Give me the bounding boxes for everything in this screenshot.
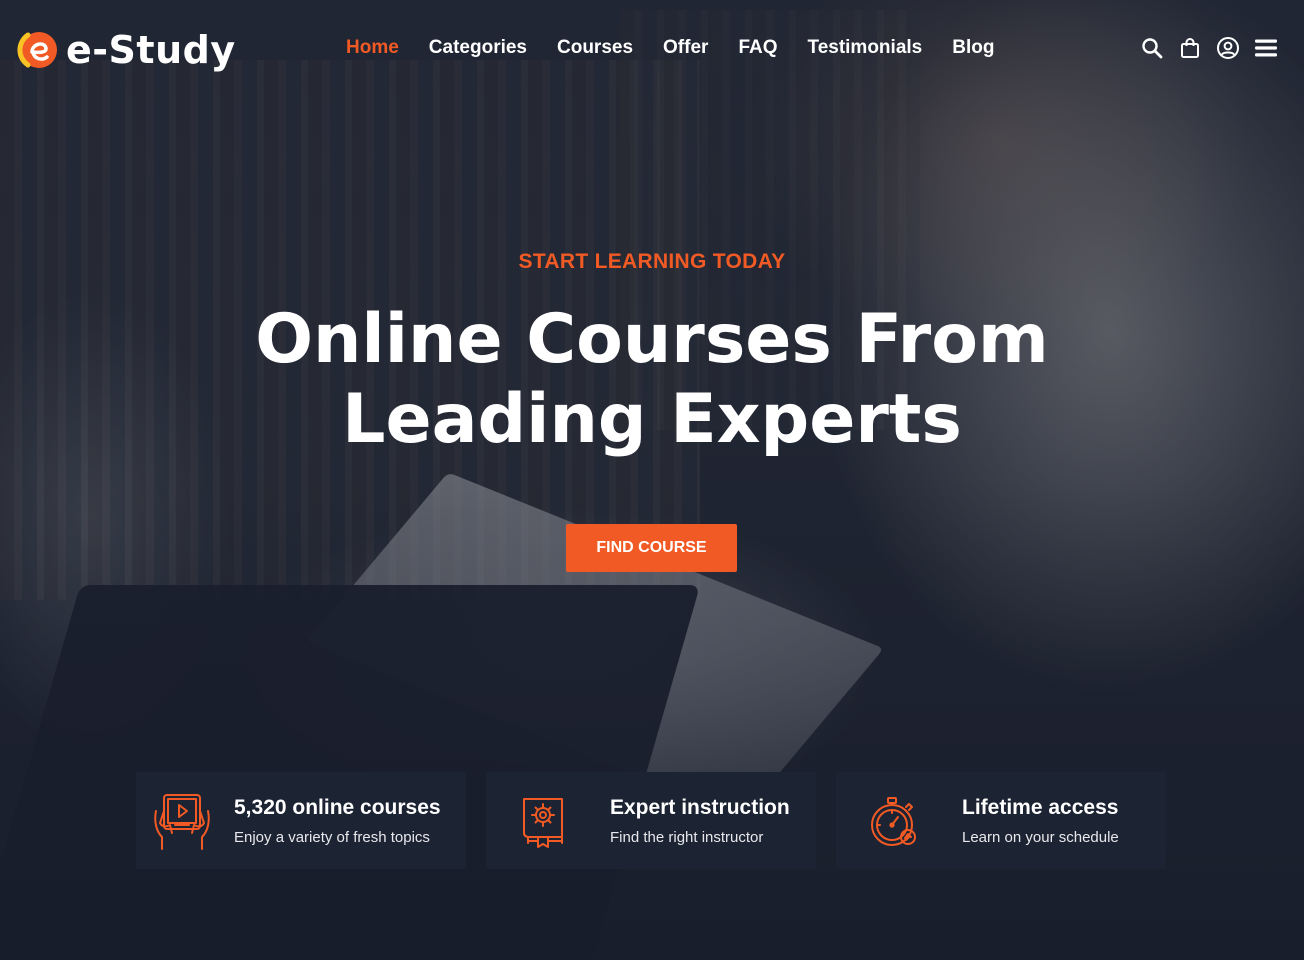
feature-card-text: Expert instruction Find the right instru… <box>610 796 790 846</box>
feature-cards: 5,320 online courses Enjoy a variety of … <box>136 772 1166 869</box>
nav-item-testimonials[interactable]: Testimonials <box>808 37 923 59</box>
logo-mark-icon <box>17 32 57 68</box>
nav-item-offer[interactable]: Offer <box>663 37 708 59</box>
brand-logo[interactable]: e-Study <box>16 28 236 72</box>
brand-name: e-Study <box>66 28 236 72</box>
feature-card: Expert instruction Find the right instru… <box>486 772 816 869</box>
shopping-bag-icon[interactable] <box>1178 36 1202 60</box>
site-header: e-Study Home Categories Courses Offer FA… <box>0 0 1304 100</box>
certificate-book-icon <box>523 797 563 848</box>
user-account-icon[interactable] <box>1216 36 1240 60</box>
hero-headline-line2: Leading Experts <box>342 380 962 459</box>
find-course-button[interactable]: FIND COURSE <box>566 524 737 572</box>
header-actions <box>1140 36 1278 60</box>
nav-item-courses[interactable]: Courses <box>557 37 633 59</box>
nav-item-blog[interactable]: Blog <box>952 37 994 59</box>
feature-subtitle: Enjoy a variety of fresh topics <box>234 828 430 846</box>
nav-item-faq[interactable]: FAQ <box>738 37 777 59</box>
hero-headline-line1: Online Courses From <box>255 300 1049 379</box>
feature-card-text: 5,320 online courses Enjoy a variety of … <box>234 796 441 846</box>
feature-title: 5,320 online courses <box>234 795 441 819</box>
main-nav: Home Categories Courses Offer FAQ Testim… <box>346 37 994 59</box>
tablet-video-icon <box>154 793 210 850</box>
stopwatch-icon <box>871 796 916 846</box>
hero-eyebrow: START LEARNING TODAY <box>518 250 786 273</box>
feature-subtitle: Learn on your schedule <box>962 828 1119 846</box>
feature-card-text: Lifetime access Learn on your schedule <box>962 796 1119 846</box>
nav-item-home[interactable]: Home <box>346 37 399 59</box>
search-icon[interactable] <box>1140 36 1164 60</box>
feature-title: Expert instruction <box>610 795 790 819</box>
feature-card: 5,320 online courses Enjoy a variety of … <box>136 772 466 869</box>
feature-title: Lifetime access <box>962 795 1119 819</box>
hero-headline: Online Courses From Leading Experts <box>0 300 1304 460</box>
nav-item-categories[interactable]: Categories <box>429 37 527 59</box>
hamburger-menu-icon[interactable] <box>1254 36 1278 60</box>
feature-subtitle: Find the right instructor <box>610 828 764 846</box>
feature-card: Lifetime access Learn on your schedule <box>836 772 1166 869</box>
